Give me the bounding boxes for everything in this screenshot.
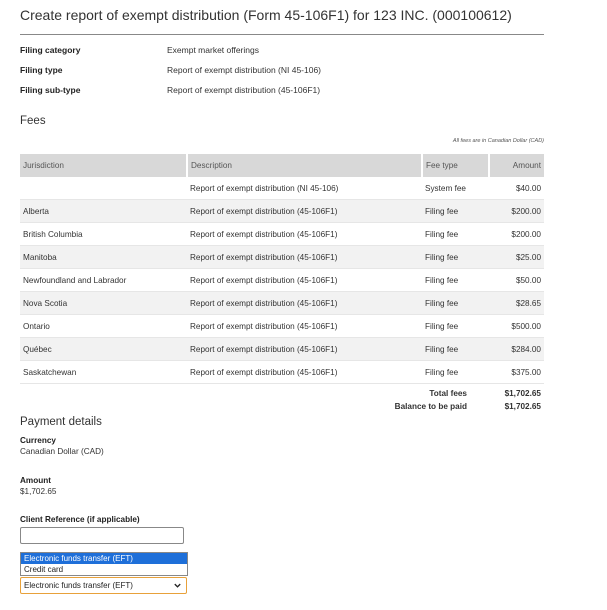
cell-jurisdiction: Ontario bbox=[20, 314, 187, 338]
fees-currency-note: All fees are in Canadian Dollar (CAD) bbox=[452, 138, 544, 144]
currency-label: Currency bbox=[20, 436, 56, 445]
cell-jurisdiction: Alberta bbox=[20, 199, 187, 223]
cell-fee-type: System fee bbox=[422, 177, 489, 200]
filing-subtype-label: Filing sub-type bbox=[20, 85, 81, 95]
cell-jurisdiction: Newfoundland and Labrador bbox=[20, 268, 187, 292]
fees-heading: Fees bbox=[20, 115, 46, 127]
cell-description: Report of exempt distribution (NI 45-106… bbox=[187, 177, 422, 200]
cell-jurisdiction: British Columbia bbox=[20, 222, 187, 246]
cell-amount: $28.65 bbox=[489, 291, 544, 315]
payment-details-heading: Payment details bbox=[20, 416, 102, 428]
balance-label: Balance to be paid bbox=[394, 402, 467, 411]
filing-type-value: Report of exempt distribution (NI 45-106… bbox=[167, 65, 322, 75]
fees-table-header: Jurisdiction Description Fee type Amount bbox=[20, 154, 544, 177]
cell-jurisdiction: Saskatchewan bbox=[20, 360, 187, 384]
client-reference-label: Client Reference (if applicable) bbox=[20, 515, 140, 524]
cell-description: Report of exempt distribution (45-106F1) bbox=[187, 199, 422, 223]
filing-subtype-value: Report of exempt distribution (45-106F1) bbox=[167, 85, 321, 95]
chevron-down-icon bbox=[174, 583, 181, 588]
title-divider bbox=[20, 34, 544, 35]
payment-method-dropdown-list: Electronic funds transfer (EFT) Credit c… bbox=[20, 552, 188, 576]
table-row: Alberta Report of exempt distribution (4… bbox=[20, 199, 544, 223]
table-row: Ontario Report of exempt distribution (4… bbox=[20, 314, 544, 338]
cell-fee-type: Filing fee bbox=[422, 314, 489, 338]
column-header-fee-type: Fee type bbox=[422, 154, 490, 177]
table-row: Newfoundland and Labrador Report of exem… bbox=[20, 268, 544, 292]
total-fees-value: $1,702.65 bbox=[504, 389, 541, 398]
cell-amount: $375.00 bbox=[489, 360, 544, 384]
amount-value: $1,702.65 bbox=[20, 487, 57, 496]
payment-method-select[interactable]: Electronic funds transfer (EFT) bbox=[20, 577, 187, 594]
cell-fee-type: Filing fee bbox=[422, 268, 489, 292]
cell-jurisdiction: Nova Scotia bbox=[20, 291, 187, 315]
cell-amount: $40.00 bbox=[489, 177, 544, 200]
table-row: Manitoba Report of exempt distribution (… bbox=[20, 245, 544, 269]
cell-description: Report of exempt distribution (45-106F1) bbox=[187, 222, 422, 246]
cell-description: Report of exempt distribution (45-106F1) bbox=[187, 268, 422, 292]
amount-label: Amount bbox=[20, 476, 51, 485]
page-title: Create report of exempt distribution (Fo… bbox=[20, 7, 512, 23]
balance-value: $1,702.65 bbox=[504, 402, 541, 411]
cell-amount: $25.00 bbox=[489, 245, 544, 269]
cell-fee-type: Filing fee bbox=[422, 245, 489, 269]
cell-fee-type: Filing fee bbox=[422, 222, 489, 246]
filing-category-value: Exempt market offerings bbox=[167, 45, 259, 55]
column-header-amount: Amount bbox=[489, 154, 544, 177]
cell-fee-type: Filing fee bbox=[422, 291, 489, 315]
cell-description: Report of exempt distribution (45-106F1) bbox=[187, 337, 422, 361]
table-row: Report of exempt distribution (NI 45-106… bbox=[20, 177, 544, 200]
table-row: Saskatchewan Report of exempt distributi… bbox=[20, 360, 544, 384]
filing-type-label: Filing type bbox=[20, 65, 63, 75]
cell-description: Report of exempt distribution (45-106F1) bbox=[187, 291, 422, 315]
cell-fee-type: Filing fee bbox=[422, 337, 489, 361]
table-row: British Columbia Report of exempt distri… bbox=[20, 222, 544, 246]
payment-option-eft[interactable]: Electronic funds transfer (EFT) bbox=[21, 553, 187, 564]
cell-amount: $50.00 bbox=[489, 268, 544, 292]
payment-option-credit-card[interactable]: Credit card bbox=[21, 564, 187, 575]
currency-value: Canadian Dollar (CAD) bbox=[20, 447, 104, 456]
cell-jurisdiction: Manitoba bbox=[20, 245, 187, 269]
cell-amount: $200.00 bbox=[489, 199, 544, 223]
cell-amount: $284.00 bbox=[489, 337, 544, 361]
cell-description: Report of exempt distribution (45-106F1) bbox=[187, 245, 422, 269]
table-row: Nova Scotia Report of exempt distributio… bbox=[20, 291, 544, 315]
filing-category-label: Filing category bbox=[20, 45, 81, 55]
column-header-jurisdiction: Jurisdiction bbox=[20, 154, 188, 177]
cell-fee-type: Filing fee bbox=[422, 360, 489, 384]
column-header-description: Description bbox=[187, 154, 423, 177]
cell-amount: $500.00 bbox=[489, 314, 544, 338]
payment-method-selected-value: Electronic funds transfer (EFT) bbox=[24, 581, 133, 590]
cell-jurisdiction bbox=[20, 177, 187, 200]
cell-description: Report of exempt distribution (45-106F1) bbox=[187, 360, 422, 384]
cell-jurisdiction: Québec bbox=[20, 337, 187, 361]
cell-description: Report of exempt distribution (45-106F1) bbox=[187, 314, 422, 338]
fees-table: Jurisdiction Description Fee type Amount… bbox=[20, 154, 544, 384]
total-fees-label: Total fees bbox=[429, 389, 467, 398]
cell-fee-type: Filing fee bbox=[422, 199, 489, 223]
cell-amount: $200.00 bbox=[489, 222, 544, 246]
client-reference-input[interactable] bbox=[20, 527, 184, 544]
table-row: Québec Report of exempt distribution (45… bbox=[20, 337, 544, 361]
